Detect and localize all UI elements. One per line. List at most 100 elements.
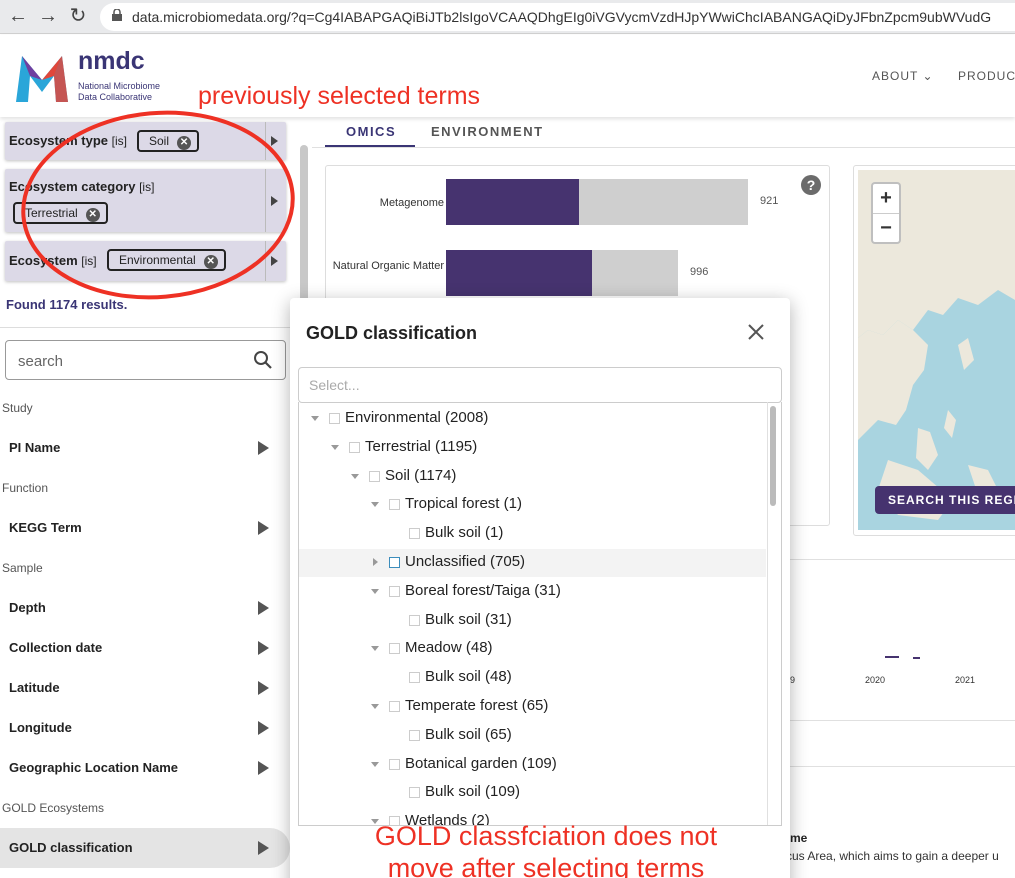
expand-arrow-icon bbox=[258, 721, 269, 735]
search-icon[interactable] bbox=[253, 350, 273, 370]
timeline-tick-label: 9 bbox=[790, 675, 796, 685]
tree-node[interactable]: Soil (1174) bbox=[299, 463, 766, 491]
tab-environment[interactable]: ENVIRONMENT bbox=[431, 124, 544, 139]
section-title-study: Study bbox=[2, 401, 33, 415]
expand-arrow-icon bbox=[258, 841, 269, 855]
collapse-caret-icon[interactable] bbox=[351, 474, 359, 479]
tree-node[interactable]: Bulk soil (109) bbox=[299, 779, 766, 807]
collapse-caret-icon[interactable] bbox=[371, 762, 379, 767]
tree-checkbox[interactable] bbox=[389, 586, 400, 597]
tree-node-label: Soil (1174) bbox=[385, 467, 457, 484]
expand-arrow-icon bbox=[258, 641, 269, 655]
filter-item-collection-date[interactable]: Collection date bbox=[0, 628, 290, 668]
tree-scroll-track bbox=[767, 402, 768, 825]
search-input[interactable]: search bbox=[5, 340, 286, 380]
tree-checkbox[interactable] bbox=[409, 730, 420, 741]
filter-item-label: KEGG Term bbox=[9, 520, 82, 535]
expand-arrow-icon bbox=[258, 681, 269, 695]
collapse-caret-icon[interactable] bbox=[371, 589, 379, 594]
bar-value-label: 921 bbox=[760, 195, 779, 207]
tree-checkbox[interactable] bbox=[409, 672, 420, 683]
tree-node[interactable]: Environmental (2008) bbox=[299, 405, 766, 433]
tree-node[interactable]: Bulk soil (31) bbox=[299, 607, 766, 635]
bar-category-label: Metagenome bbox=[379, 197, 444, 209]
expand-caret-icon[interactable] bbox=[373, 558, 378, 566]
bar-matched[interactable] bbox=[446, 179, 579, 225]
gold-classification-tree: Environmental (2008) Terrestrial (1195) So… bbox=[298, 402, 782, 826]
tree-checkbox[interactable] bbox=[369, 471, 380, 482]
timeline-tick-label: 2020 bbox=[865, 675, 886, 685]
tree-checkbox[interactable] bbox=[409, 787, 420, 798]
search-placeholder: search bbox=[18, 353, 64, 370]
menu-products[interactable]: PRODUCTS bbox=[958, 69, 1015, 83]
tree-node-label: Bulk soil (109) bbox=[425, 783, 521, 800]
tree-node[interactable]: Bulk soil (65) bbox=[299, 722, 766, 750]
tree-node-label: Bulk soil (48) bbox=[425, 668, 512, 685]
dialog-title: GOLD classification bbox=[306, 323, 478, 343]
tree-node-label: Temperate forest (65) bbox=[405, 697, 549, 714]
collapse-caret-icon[interactable] bbox=[371, 704, 379, 709]
tree-checkbox[interactable] bbox=[389, 499, 400, 510]
map-zoom-control: + − bbox=[871, 182, 901, 244]
tree-checkbox[interactable] bbox=[409, 615, 420, 626]
expand-arrow-icon bbox=[258, 521, 269, 535]
close-icon[interactable] bbox=[746, 322, 766, 342]
collapse-caret-icon[interactable] bbox=[331, 445, 339, 450]
tree-node-label: Meadow (48) bbox=[405, 639, 493, 656]
tree-node[interactable]: Boreal forest/Taiga (31) bbox=[299, 578, 766, 606]
filter-item-latitude[interactable]: Latitude bbox=[0, 668, 290, 708]
tree-node-label: Boreal forest/Taiga (31) bbox=[405, 582, 561, 599]
filter-item-label: Latitude bbox=[9, 680, 60, 695]
filter-item-depth[interactable]: Depth bbox=[0, 588, 290, 628]
tree-node[interactable]: Meadow (48) bbox=[299, 635, 766, 663]
tree-node-label: Tropical forest (1) bbox=[405, 495, 522, 512]
tree-node[interactable]: Bulk soil (48) bbox=[299, 664, 766, 692]
tab-omics[interactable]: OMICS bbox=[346, 124, 396, 139]
zoom-out-button[interactable]: − bbox=[873, 213, 899, 242]
tree-checkbox[interactable] bbox=[349, 442, 360, 453]
zoom-in-button[interactable]: + bbox=[873, 184, 899, 213]
tree-checkbox[interactable] bbox=[409, 528, 420, 539]
annotation-previously-selected: previously selected terms bbox=[198, 82, 481, 110]
filter-item-label: Geographic Location Name bbox=[9, 760, 179, 775]
collapse-caret-icon[interactable] bbox=[371, 502, 379, 507]
search-this-region-button[interactable]: SEARCH THIS REGION bbox=[875, 486, 1015, 514]
result-title[interactable]: me bbox=[790, 831, 807, 845]
annotation-gold-not-moving: GOLD classfciation does not move after s… bbox=[374, 821, 718, 878]
tree-node-label: Unclassified (705) bbox=[405, 553, 526, 570]
tree-node[interactable]: Temperate forest (65) bbox=[299, 693, 766, 721]
section-title-sample: Sample bbox=[2, 561, 43, 575]
tree-checkbox[interactable] bbox=[389, 701, 400, 712]
tree-node[interactable]: Unclassified (705) bbox=[299, 549, 766, 577]
help-icon[interactable]: ? bbox=[801, 175, 821, 195]
bar-matched[interactable] bbox=[446, 250, 592, 296]
collapse-caret-icon[interactable] bbox=[371, 646, 379, 651]
timeline-tick-label: 2021 bbox=[955, 675, 976, 685]
tree-checkbox[interactable] bbox=[389, 643, 400, 654]
tree-checkbox[interactable] bbox=[329, 413, 340, 424]
filter-item-geographic-location-name[interactable]: Geographic Location Name bbox=[0, 748, 290, 788]
filter-item-gold-classification[interactable]: GOLD classification bbox=[0, 828, 290, 868]
tree-node[interactable]: Botanical garden (109) bbox=[299, 751, 766, 779]
tree-node[interactable]: Bulk soil (1) bbox=[299, 520, 766, 548]
filter-item-kegg-term[interactable]: KEGG Term bbox=[0, 508, 290, 548]
expand-arrow-icon bbox=[258, 601, 269, 615]
tab-divider bbox=[312, 147, 1015, 148]
tree-node[interactable]: Terrestrial (1195) bbox=[299, 434, 766, 462]
tree-checkbox[interactable] bbox=[389, 759, 400, 770]
filter-item-label: Longitude bbox=[9, 720, 72, 735]
tree-checkbox[interactable] bbox=[389, 557, 400, 568]
collapse-caret-icon[interactable] bbox=[311, 416, 319, 421]
bar-value-label: 996 bbox=[690, 266, 709, 278]
filter-item-longitude[interactable]: Longitude bbox=[0, 708, 290, 748]
tree-scrollbar[interactable] bbox=[770, 406, 776, 506]
menu-about[interactable]: ABOUT ⌄ bbox=[872, 69, 934, 83]
divider bbox=[790, 720, 1015, 721]
tree-select-input[interactable]: Select... bbox=[298, 367, 782, 403]
expand-arrow-icon bbox=[258, 761, 269, 775]
filter-item-label: PI Name bbox=[9, 440, 61, 455]
filter-item-label: Depth bbox=[9, 600, 46, 615]
filter-item-pi-name[interactable]: PI Name bbox=[0, 428, 290, 468]
timeline-mark bbox=[885, 656, 899, 658]
tree-node[interactable]: Tropical forest (1) bbox=[299, 491, 766, 519]
